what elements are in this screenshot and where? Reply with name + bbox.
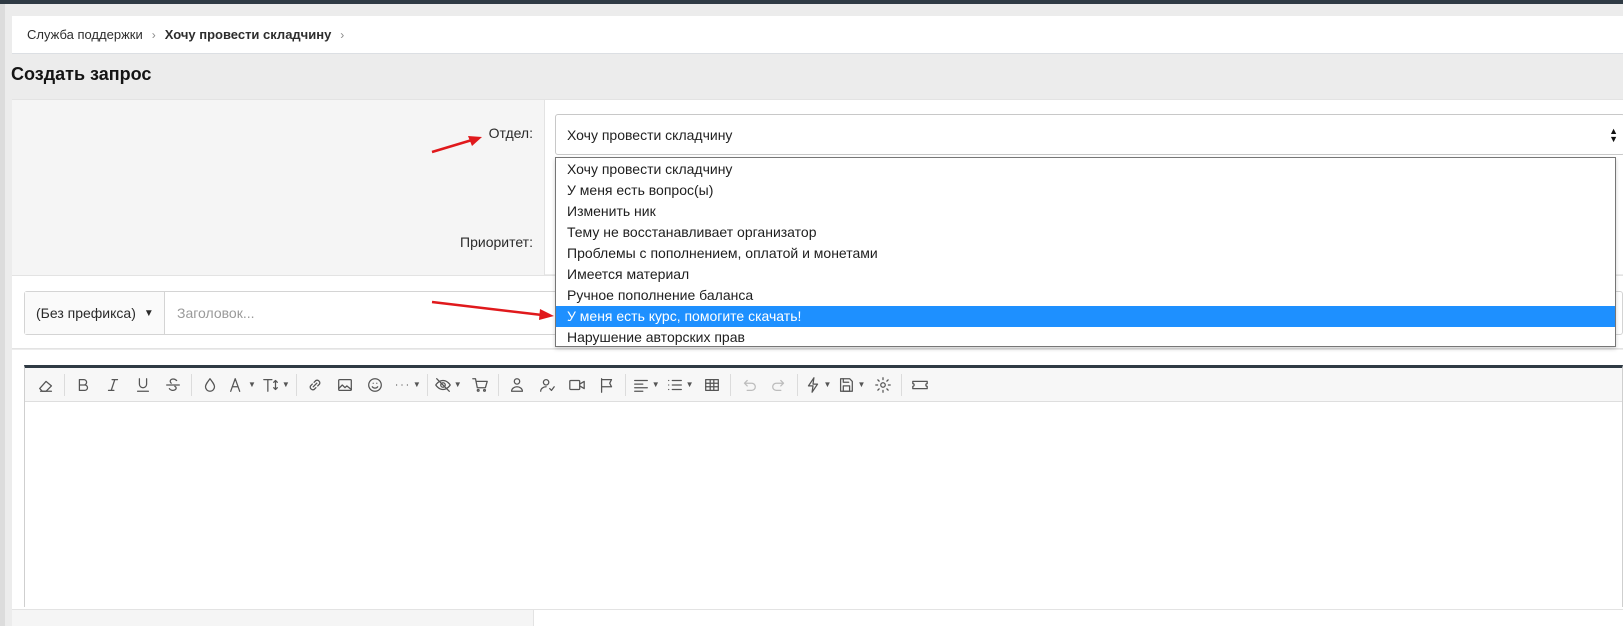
dropdown-option[interactable]: Нарушение авторских прав	[556, 327, 1615, 348]
page-title: Создать запрос	[11, 64, 152, 84]
user-badge-icon[interactable]	[502, 371, 532, 399]
editor-toolbar: ▼ ▼ ▼ ▼ ▼ ▼ ▼ ▼	[25, 368, 1622, 402]
toolbar-separator	[295, 373, 297, 396]
bolt-icon[interactable]: ▼	[801, 371, 835, 399]
table-icon[interactable]	[697, 371, 727, 399]
toolbar-separator	[729, 373, 731, 396]
cart-icon[interactable]	[465, 371, 495, 399]
toolbar-separator	[191, 373, 192, 396]
link-icon[interactable]	[300, 371, 330, 399]
breadcrumb-item-current[interactable]: Хочу провести складчину	[165, 27, 332, 42]
video-icon[interactable]	[562, 371, 592, 399]
priority-label: Приоритет:	[460, 234, 533, 250]
rich-text-editor: ▼ ▼ ▼ ▼ ▼ ▼ ▼ ▼	[24, 365, 1623, 608]
dropdown-option[interactable]: Ручное пополнение баланса	[556, 285, 1615, 306]
department-dropdown[interactable]: Хочу провести складчину У меня есть вопр…	[555, 157, 1616, 347]
user-icon[interactable]	[532, 371, 562, 399]
next-form-row	[12, 609, 1623, 626]
prefix-label: (Без префикса)	[36, 305, 136, 321]
underline-icon[interactable]	[128, 371, 158, 399]
breadcrumb-separator: ›	[340, 27, 345, 42]
toolbar-separator	[64, 373, 65, 396]
toolbar-separator	[497, 373, 499, 396]
font-size-icon[interactable]: ▼	[259, 371, 293, 399]
breadcrumb-item-support[interactable]: Служба поддержки	[27, 27, 143, 42]
flag-icon[interactable]	[592, 371, 622, 399]
align-icon[interactable]: ▼	[629, 371, 663, 399]
editor-content-area[interactable]	[25, 402, 1622, 608]
breadcrumb-separator: ›	[151, 27, 156, 42]
color-icon[interactable]	[195, 371, 225, 399]
dropdown-option[interactable]: Проблемы с пополнением, оплатой и монета…	[556, 243, 1615, 264]
ticket-icon[interactable]	[905, 371, 935, 399]
prefix-menu-button[interactable]: (Без префикса) ▼	[25, 292, 165, 334]
top-bar	[0, 0, 1623, 4]
strikethrough-icon[interactable]	[158, 371, 188, 399]
caret-down-icon: ▼	[143, 307, 154, 319]
toolbar-separator	[796, 373, 798, 396]
dropdown-option[interactable]: Хочу провести складчину	[556, 159, 1615, 180]
toolbar-separator	[624, 373, 626, 396]
dropdown-option[interactable]: Имеется материал	[556, 264, 1615, 285]
list-icon[interactable]: ▼	[663, 371, 697, 399]
more-icon[interactable]: ▼	[390, 371, 424, 399]
select-arrows-icon: ▲ ▼	[1609, 126, 1618, 144]
bold-icon[interactable]	[68, 371, 98, 399]
dropdown-option[interactable]: Изменить ник	[556, 201, 1615, 222]
italic-icon[interactable]	[98, 371, 128, 399]
dropdown-option-highlighted[interactable]: У меня есть курс, помогите скачать!	[556, 306, 1615, 327]
draft-icon[interactable]: ▼	[834, 371, 868, 399]
undo-icon[interactable]	[734, 371, 764, 399]
breadcrumb: Служба поддержки › Хочу провести складчи…	[12, 16, 1623, 54]
dropdown-option[interactable]: Тему не восстанавливает организатор	[556, 222, 1615, 243]
toolbar-separator	[901, 373, 903, 396]
dropdown-option[interactable]: У меня есть вопрос(ы)	[556, 180, 1615, 201]
font-family-icon[interactable]: ▼	[225, 371, 259, 399]
hide-icon[interactable]: ▼	[431, 371, 465, 399]
form-label-column: Отдел: Приоритет:	[12, 100, 545, 275]
left-edge	[0, 4, 5, 626]
smilie-icon[interactable]	[360, 371, 390, 399]
department-select-value: Хочу провести складчину	[567, 126, 733, 143]
department-label: Отдел:	[488, 125, 533, 141]
redo-icon[interactable]	[764, 371, 794, 399]
editor-section: ▼ ▼ ▼ ▼ ▼ ▼ ▼ ▼	[12, 350, 1623, 626]
department-select[interactable]: Хочу провести складчину ▲ ▼	[555, 114, 1623, 155]
settings-icon[interactable]	[868, 371, 898, 399]
eraser-icon[interactable]	[31, 371, 61, 399]
image-icon[interactable]	[330, 371, 360, 399]
toolbar-separator	[426, 373, 428, 396]
